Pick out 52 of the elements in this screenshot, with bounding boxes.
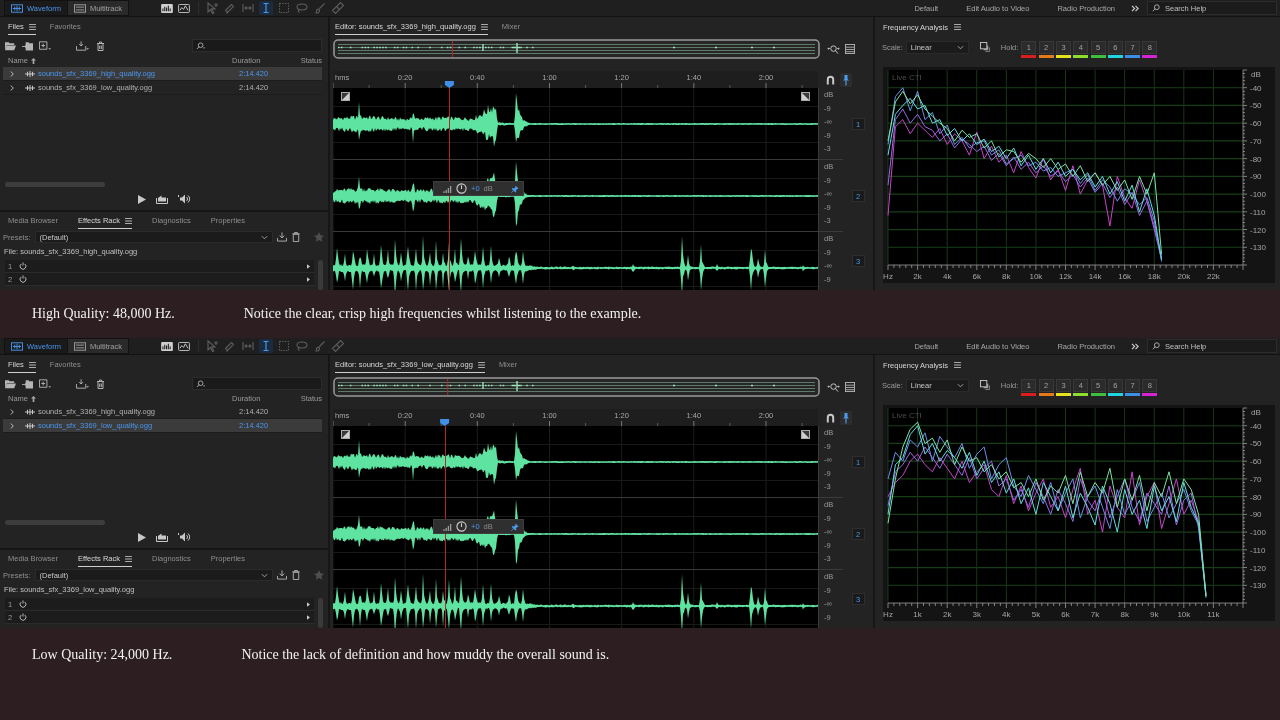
- tick-label: -70: [1250, 474, 1262, 484]
- tick-label: 5k: [1031, 610, 1041, 619]
- tick-label: -40: [1250, 83, 1262, 93]
- tick-label: 12k: [1059, 272, 1072, 281]
- tick-label: 8k: [1120, 610, 1129, 619]
- tick-label: 11k: [1207, 610, 1220, 619]
- tick-label: -50: [1250, 439, 1262, 449]
- caption-title: Low Quality: 24,000 Hz.: [32, 647, 173, 663]
- tick-label: 7k: [1090, 610, 1100, 619]
- tick-label: -60: [1250, 119, 1262, 129]
- tick-label: -40: [1250, 421, 1262, 431]
- tick-label: -90: [1250, 172, 1262, 182]
- tick-label: 18k: [1147, 272, 1161, 281]
- tick-label: 10k: [1177, 610, 1191, 619]
- tick-label: -70: [1250, 136, 1262, 146]
- tick-label: -110: [1250, 207, 1266, 217]
- axis-label: dB: [1251, 408, 1261, 417]
- tick-label: -80: [1250, 492, 1262, 502]
- tick-label: 6k: [1061, 610, 1070, 619]
- tick-label: 14k: [1088, 272, 1102, 281]
- tick-label: 2k: [913, 272, 922, 281]
- tick-label: -60: [1250, 457, 1262, 467]
- tick-label: -90: [1250, 510, 1262, 520]
- caption-title: High Quality: 48,000 Hz.: [32, 306, 175, 322]
- tick-label: 20k: [1177, 272, 1191, 281]
- tick-label: Hz: [883, 610, 893, 619]
- caption-text: Notice the lack of definition and how muddy the overall sound is.: [241, 647, 610, 663]
- tick-label: Hz: [883, 272, 893, 281]
- chart-annotation: Live CTI: [892, 411, 922, 420]
- tick-label: 1k: [913, 610, 922, 619]
- tick-label: 10k: [1029, 272, 1043, 281]
- tick-label: 16k: [1118, 272, 1132, 281]
- chart-annotation: Live CTI: [892, 73, 922, 82]
- tick-label: 6k: [972, 272, 981, 281]
- tick-label: 4k: [942, 272, 952, 281]
- tick-label: 4k: [1002, 610, 1011, 619]
- caption-text: Notice the clear, crisp high frequencies whilst listening to the example.: [243, 306, 642, 322]
- tick-label: -120: [1250, 225, 1266, 235]
- tick-label: 2k: [942, 610, 952, 619]
- tick-label: -50: [1250, 101, 1262, 111]
- tick-label: -130: [1250, 581, 1266, 591]
- tick-label: -110: [1250, 545, 1266, 555]
- axis-label: dB: [1251, 70, 1261, 79]
- tick-label: 22k: [1206, 272, 1220, 281]
- tick-label: -80: [1250, 154, 1262, 164]
- tick-label: -120: [1250, 563, 1266, 573]
- tick-label: -100: [1250, 190, 1266, 200]
- tick-label: -100: [1250, 528, 1266, 538]
- tick-label: 8k: [1002, 272, 1011, 281]
- tick-label: 9k: [1150, 610, 1159, 619]
- tick-label: 3k: [972, 610, 981, 619]
- tick-label: -130: [1250, 243, 1266, 253]
